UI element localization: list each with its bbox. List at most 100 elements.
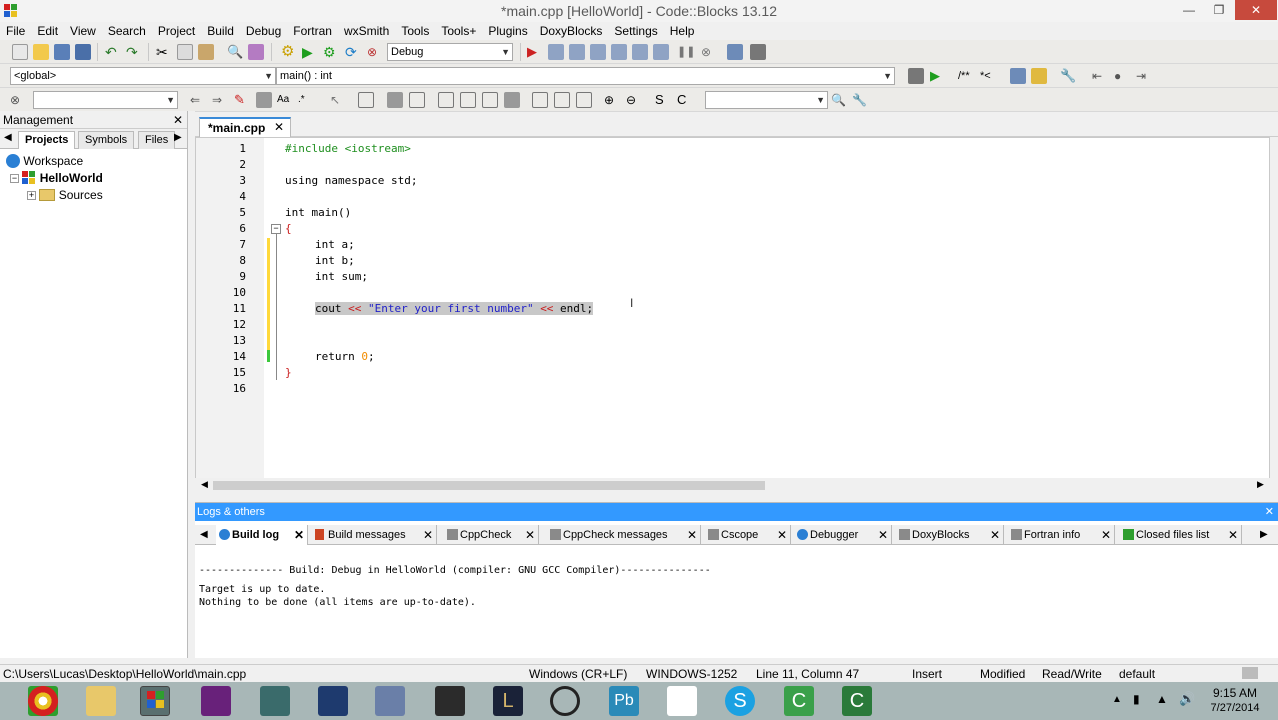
menu-help[interactable]: Help <box>664 22 701 40</box>
monitor-app-icon[interactable] <box>318 686 348 716</box>
tray-volume-icon[interactable]: 🔊 <box>1179 691 1195 707</box>
rebuild-icon[interactable]: ⟳ <box>345 44 361 60</box>
skype-icon[interactable]: S <box>725 686 755 716</box>
line-comment-icon[interactable]: *< <box>980 68 996 84</box>
menu-build[interactable]: Build <box>201 22 240 40</box>
restore-button[interactable]: ❐ <box>1205 0 1233 20</box>
incremental-search-input[interactable]: ▼ <box>33 91 178 109</box>
layout-two-icon[interactable] <box>554 92 570 108</box>
expand-sources-icon[interactable]: + <box>27 191 36 200</box>
menu-plugins[interactable]: Plugins <box>482 22 533 40</box>
camtasia-recorder-icon[interactable]: C <box>842 686 872 716</box>
tab-scroll-left-icon[interactable]: ◀ <box>4 132 12 143</box>
paste-icon[interactable] <box>198 44 214 60</box>
tab-build-log[interactable]: Build log ✕ <box>216 525 308 545</box>
tree-workspace[interactable]: Workspace <box>6 153 83 170</box>
build-target-select[interactable]: Debug ▼ <box>387 43 513 61</box>
close-management-icon[interactable]: ✕ <box>173 111 183 129</box>
match-case-icon[interactable]: Aa <box>277 92 293 108</box>
s-icon[interactable]: S <box>655 92 671 108</box>
build-and-run-icon[interactable]: ⚙ <box>323 44 339 60</box>
c-icon[interactable]: C <box>677 92 693 108</box>
abort-icon[interactable]: ⊗ <box>367 44 383 60</box>
pointer-icon[interactable]: ↖ <box>330 92 346 108</box>
tab-projects[interactable]: Projects <box>18 131 76 149</box>
codeblocks-taskbar-icon[interactable] <box>140 686 170 716</box>
close-doxyblocks-icon[interactable]: ✕ <box>990 525 1000 545</box>
menu-wxsmith[interactable]: wxSmith <box>338 22 395 40</box>
tab-cscope[interactable]: Cscope ✕ <box>705 525 791 545</box>
doxy-help-icon[interactable] <box>1031 68 1047 84</box>
save-all-icon[interactable] <box>75 44 91 60</box>
menu-fortran[interactable]: Fortran <box>287 22 338 40</box>
logs-tab-scroll-left-icon[interactable]: ◀ <box>200 529 208 540</box>
tab-scroll-right-icon[interactable]: ▶ <box>174 132 182 143</box>
jump-icon[interactable] <box>908 68 924 84</box>
search-forward-icon[interactable]: ⇒ <box>212 92 228 108</box>
menu-project[interactable]: Project <box>152 22 201 40</box>
scope-select[interactable]: <global> ▼ <box>10 67 276 85</box>
scroll-right-arrow-icon[interactable]: ▶ <box>1257 479 1264 490</box>
panel-splitter[interactable] <box>188 111 195 658</box>
align-right-icon[interactable] <box>482 92 498 108</box>
comment-icon[interactable]: /** <box>958 68 974 84</box>
tray-expand-icon[interactable]: ▲ <box>1112 694 1122 705</box>
tab-symbols[interactable]: Symbols <box>78 131 135 149</box>
highlight-icon[interactable]: ✎ <box>234 92 250 108</box>
app-icon[interactable] <box>260 686 290 716</box>
chrome-icon[interactable] <box>28 686 58 716</box>
scroll-left-arrow-icon[interactable]: ◀ <box>201 479 208 490</box>
paint-app-icon[interactable] <box>375 686 405 716</box>
search-back-icon[interactable]: ⇐ <box>190 92 206 108</box>
menu-doxyblocks[interactable]: DoxyBlocks <box>534 22 609 40</box>
close-build-messages-icon[interactable]: ✕ <box>423 525 433 545</box>
text-widget-icon[interactable] <box>409 92 425 108</box>
collapse-project-icon[interactable]: − <box>10 174 19 183</box>
fill-icon[interactable] <box>504 92 520 108</box>
layout-three-icon[interactable] <box>576 92 592 108</box>
close-cppcheck-icon[interactable]: ✕ <box>525 525 535 545</box>
close-debugger-icon[interactable]: ✕ <box>878 525 888 545</box>
run-icon[interactable]: ▶ <box>302 44 318 60</box>
tab-files[interactable]: Files <box>138 131 176 149</box>
code-editor[interactable]: 1 2 3 4 5 6 7 8 9 10 11 12 13 14 15 16 −… <box>195 137 1270 480</box>
editor-vertical-scrollbar[interactable] <box>1270 137 1278 493</box>
step-into-instruction-icon[interactable] <box>653 44 669 60</box>
close-cppcheck-messages-icon[interactable]: ✕ <box>687 525 697 545</box>
toggle-bookmark-icon[interactable]: ● <box>1114 68 1130 84</box>
settings-wrench-icon[interactable]: 🔧 <box>852 92 868 108</box>
menu-debug[interactable]: Debug <box>240 22 287 40</box>
editor-horizontal-scrollbar[interactable]: ◀ ▶ <box>195 478 1270 493</box>
tree-sources[interactable]: + Sources <box>27 187 103 204</box>
tab-cppcheck[interactable]: CppCheck ✕ <box>444 525 539 545</box>
close-tab-icon[interactable]: ✕ <box>274 120 284 134</box>
run-thread-icon[interactable]: ▶ <box>930 68 946 84</box>
horizontal-scroll-thumb[interactable] <box>213 481 765 490</box>
save-icon[interactable] <box>54 44 70 60</box>
tab-cppcheck-messages[interactable]: CppCheck messages ✕ <box>547 525 701 545</box>
cut-icon[interactable]: ✂ <box>156 44 172 60</box>
tray-network-icon[interactable]: ▮ <box>1133 692 1140 706</box>
build-icon[interactable]: ⚙ <box>281 44 297 60</box>
fold-icon[interactable]: − <box>271 224 281 234</box>
filter-select[interactable]: ▼ <box>705 91 828 109</box>
align-center-icon[interactable] <box>460 92 476 108</box>
tab-doxyblocks[interactable]: DoxyBlocks ✕ <box>896 525 1004 545</box>
logs-tab-scroll-right-icon[interactable]: ▶ <box>1260 529 1268 540</box>
next-bookmark-icon[interactable]: ⇥ <box>1136 68 1152 84</box>
tray-signal-icon[interactable]: ▲ <box>1156 692 1168 706</box>
regex-icon[interactable]: .* <box>298 92 314 108</box>
notepad-icon[interactable] <box>667 686 697 716</box>
selected-text-only-icon[interactable] <box>256 92 272 108</box>
replace-icon[interactable] <box>248 44 264 60</box>
close-fortran-info-icon[interactable]: ✕ <box>1101 525 1111 545</box>
function-select[interactable]: main() : int ▼ <box>276 67 895 85</box>
search-icon[interactable]: 🔍 <box>831 92 847 108</box>
visual-studio-icon[interactable] <box>201 686 231 716</box>
debug-start-icon[interactable]: ▶ <box>527 44 543 60</box>
clock-date[interactable]: 7/27/2014 <box>1206 702 1264 714</box>
close-build-log-icon[interactable]: ✕ <box>294 525 304 545</box>
image-widget-icon[interactable] <box>387 92 403 108</box>
tab-main-cpp[interactable]: *main.cpp ✕ <box>199 117 291 137</box>
menu-view[interactable]: View <box>64 22 102 40</box>
